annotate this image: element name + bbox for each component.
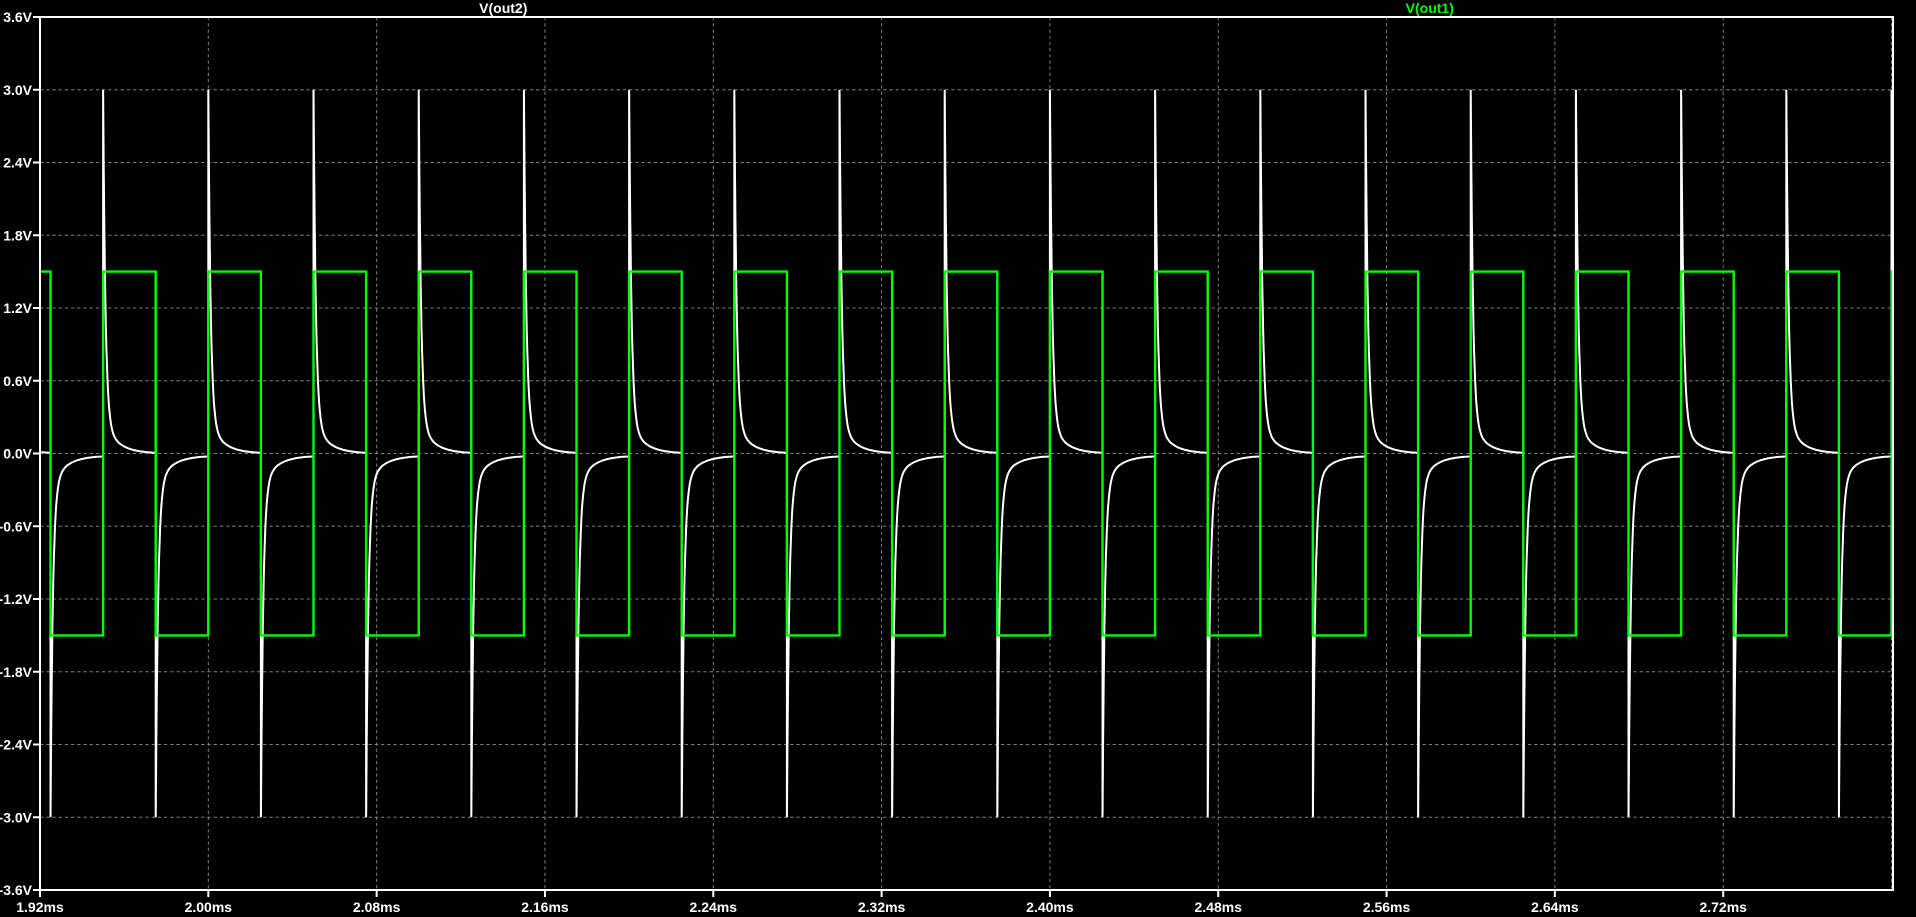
y-axis-tick-label: -3.0V — [0, 809, 33, 825]
waveform-viewer: V(out2) V(out1) 3.6V 3.0V 2.4V 1.8V 1.2V 0.6V… — [0, 0, 1916, 917]
x-axis-tick-label: 2.32ms — [858, 899, 906, 915]
y-axis-tick-label: -1.2V — [0, 591, 33, 607]
waveform-plot-area[interactable]: 3.6V 3.0V 2.4V 1.8V 1.2V 0.6V 0.0V -0.6V -1.2V -1… — [0, 0, 1916, 917]
y-axis-tick-label: 1.8V — [3, 227, 32, 243]
x-axis-tick-label: 2.16ms — [521, 899, 569, 915]
x-axis-tick-label: 2.48ms — [1195, 899, 1243, 915]
y-axis-tick-label: 0.0V — [3, 446, 32, 462]
y-axis-tick-label: -1.8V — [0, 664, 33, 680]
y-axis-tick-label: -3.6V — [0, 882, 33, 898]
x-axis-tick-label: 2.72ms — [1699, 899, 1747, 915]
y-axis-tick-label: -2.4V — [0, 737, 33, 753]
x-axis-tick-label: 2.08ms — [353, 899, 401, 915]
x-axis-tick-label: 2.00ms — [185, 899, 233, 915]
y-axis-tick-label: 3.0V — [3, 82, 32, 98]
x-axis-tick-label: 2.24ms — [690, 899, 738, 915]
x-axis-tick-label: 2.40ms — [1026, 899, 1074, 915]
y-axis-tick-label: 1.2V — [3, 300, 32, 316]
x-axis-tick-label: 1.92ms — [16, 899, 64, 915]
y-axis-tick-label: 2.4V — [3, 155, 32, 171]
y-axis-tick-label: -0.6V — [0, 518, 33, 534]
y-axis-tick-label: 3.6V — [3, 9, 32, 25]
x-axis-tick-label: 2.64ms — [1531, 899, 1579, 915]
x-axis-tick-label: 2.56ms — [1363, 899, 1411, 915]
y-axis-tick-label: 0.6V — [3, 373, 32, 389]
